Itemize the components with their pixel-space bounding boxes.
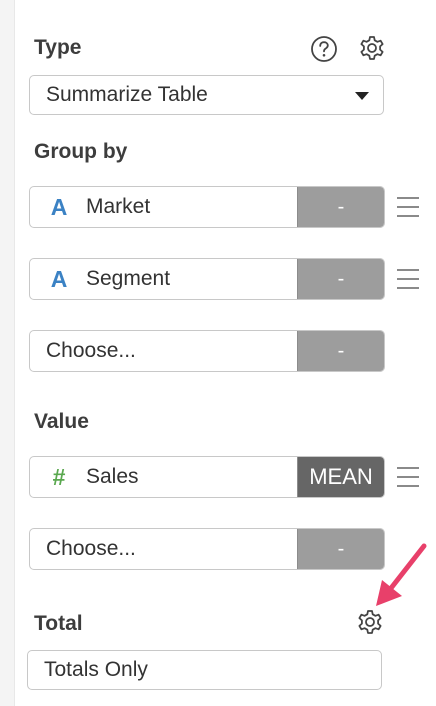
type-settings-gear-icon[interactable] <box>357 33 387 63</box>
value-chooser[interactable]: Choose... - <box>29 528 385 570</box>
aggregation-button[interactable]: - <box>297 187 384 227</box>
summarize-panel: Type Summarize Table Group by A Market - <box>0 0 436 706</box>
group-by-label: Group by <box>34 140 128 163</box>
total-select-value: Totals Only <box>44 658 148 681</box>
field-name: Market <box>86 195 151 218</box>
total-select[interactable]: Totals Only <box>27 650 382 690</box>
type-select[interactable]: Summarize Table <box>29 75 384 115</box>
group-by-chooser[interactable]: Choose... - <box>29 330 385 372</box>
chevron-down-icon <box>355 92 369 100</box>
aggregation-button[interactable]: MEAN <box>297 457 384 497</box>
chooser-placeholder: Choose... <box>46 339 136 362</box>
value-label: Value <box>34 410 89 433</box>
total-settings-gear-icon[interactable] <box>355 607 385 637</box>
drag-handle-icon[interactable] <box>397 197 419 217</box>
annotation-arrow-icon <box>376 543 427 606</box>
number-type-icon: # <box>52 463 66 490</box>
panel-left-border <box>0 0 15 706</box>
group-by-field-segment[interactable]: A Segment - <box>29 258 385 300</box>
type-label: Type <box>34 36 82 59</box>
field-name: Sales <box>86 465 139 488</box>
aggregation-button[interactable]: - <box>297 331 384 371</box>
total-label: Total <box>34 612 83 635</box>
help-icon[interactable] <box>309 34 339 64</box>
string-type-icon: A <box>50 265 68 292</box>
value-field-sales[interactable]: # Sales MEAN <box>29 456 385 498</box>
aggregation-button[interactable]: - <box>297 259 384 299</box>
field-name: Segment <box>86 267 171 290</box>
group-by-field-market[interactable]: A Market - <box>29 186 385 228</box>
string-type-icon: A <box>50 193 68 220</box>
drag-handle-icon[interactable] <box>397 467 419 487</box>
type-select-value: Summarize Table <box>46 83 208 106</box>
chooser-placeholder: Choose... <box>46 537 136 560</box>
drag-handle-icon[interactable] <box>397 269 419 289</box>
